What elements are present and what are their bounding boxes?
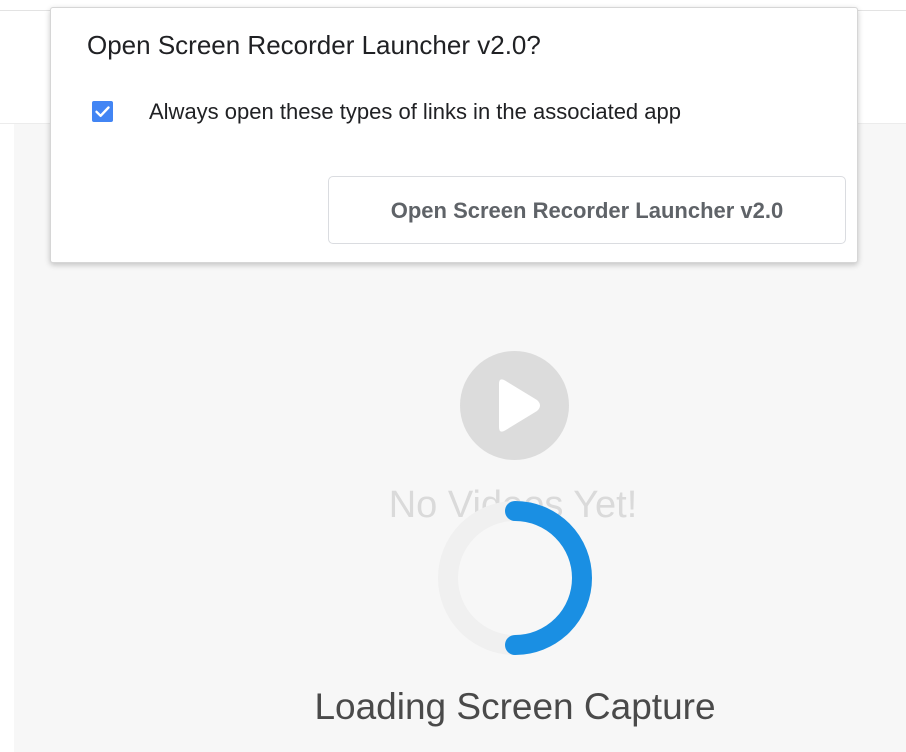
checkmark-icon: [95, 106, 110, 117]
screen-recorder-page: No Videos Yet! Loading Screen Capture Op…: [0, 0, 906, 752]
dialog-title: Open Screen Recorder Launcher v2.0?: [87, 30, 541, 60]
loading-message: Loading Screen Capture: [314, 686, 716, 727]
play-icon: [460, 351, 569, 460]
always-open-label[interactable]: Always open these types of links in the …: [149, 99, 681, 125]
open-app-button[interactable]: Open Screen Recorder Launcher v2.0: [328, 176, 846, 244]
always-open-checkbox[interactable]: [92, 101, 113, 122]
content-left-edge: [0, 124, 14, 752]
loading-spinner-icon: [438, 501, 592, 655]
open-app-dialog: Open Screen Recorder Launcher v2.0? Alwa…: [50, 7, 858, 263]
